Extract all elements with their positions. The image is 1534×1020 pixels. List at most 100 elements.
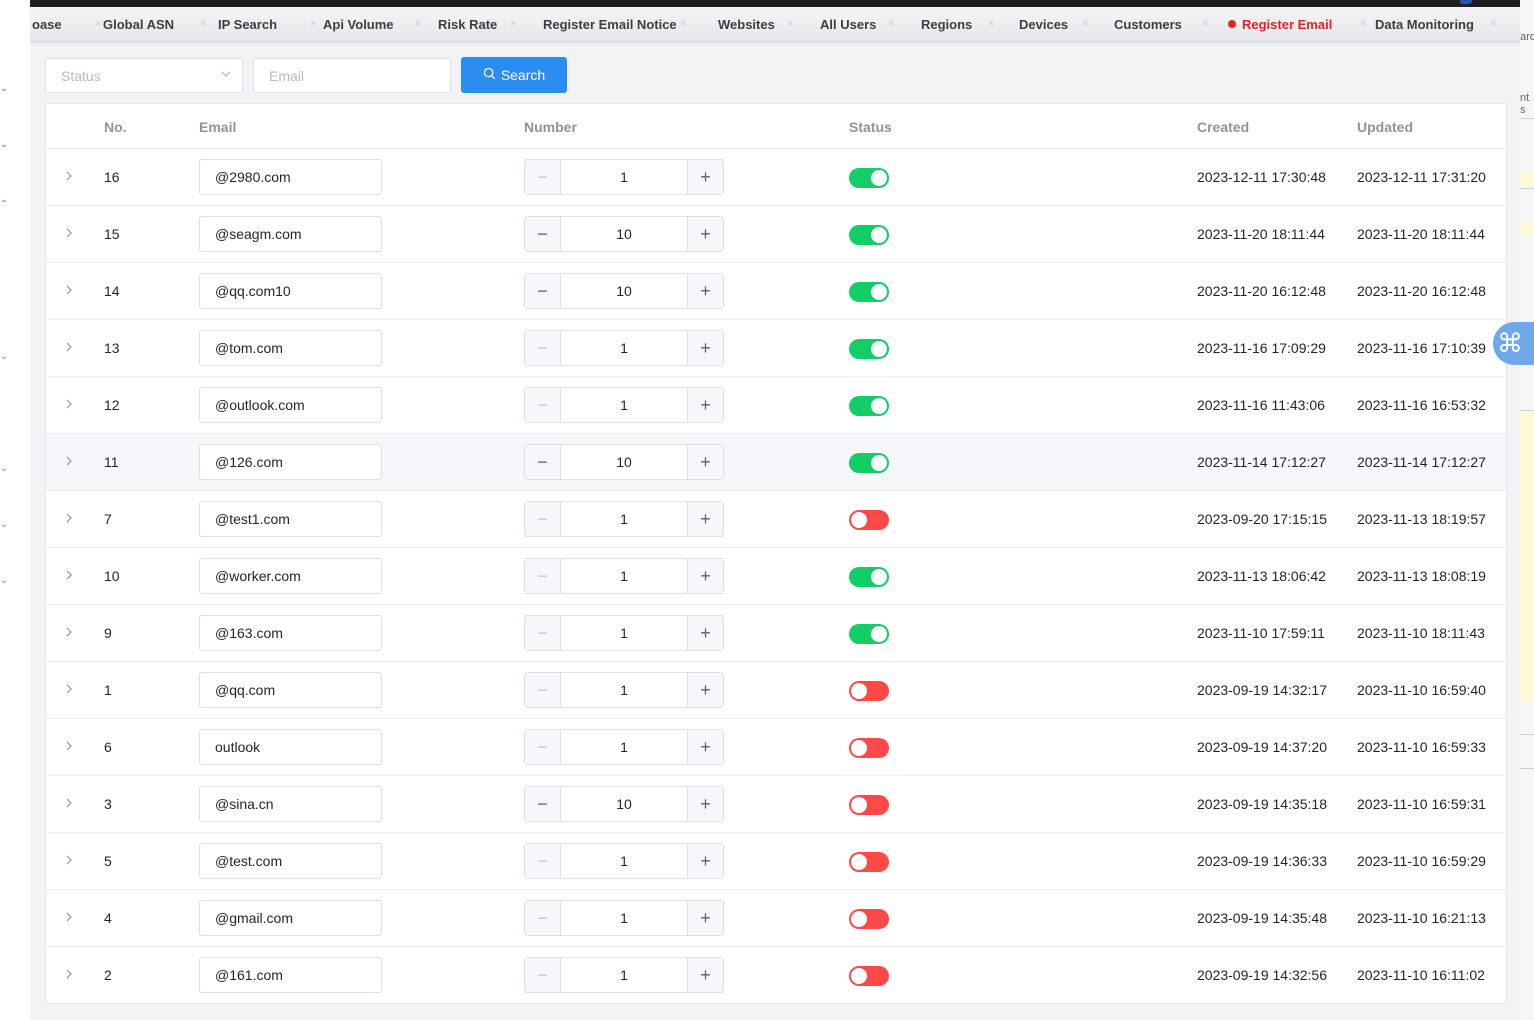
close-icon[interactable]: ×: [1490, 7, 1496, 41]
quantity-value[interactable]: 1: [561, 616, 687, 650]
table-row[interactable]: 13−1+2023-11-16 17:09:292023-11-16 17:10…: [46, 320, 1506, 377]
tab-devices[interactable]: Devices: [1019, 7, 1068, 41]
quantity-value[interactable]: 10: [561, 787, 687, 821]
search-button[interactable]: Search: [461, 57, 567, 93]
increment-button[interactable]: +: [687, 616, 723, 650]
chevron-right-icon[interactable]: [64, 455, 74, 469]
increment-button[interactable]: +: [687, 502, 723, 536]
chevron-up-icon[interactable]: ⌃: [0, 200, 10, 210]
chevron-right-icon[interactable]: [64, 797, 74, 811]
increment-button[interactable]: +: [687, 673, 723, 707]
increment-button[interactable]: +: [687, 331, 723, 365]
tab-register-email[interactable]: Register Email: [1228, 7, 1332, 41]
email-field[interactable]: [199, 786, 382, 822]
table-row[interactable]: 11−10+2023-11-14 17:12:272023-11-14 17:1…: [46, 434, 1506, 491]
email-field[interactable]: [199, 159, 382, 195]
chevron-right-icon[interactable]: [64, 626, 74, 640]
chevron-right-icon[interactable]: [64, 683, 74, 697]
status-toggle[interactable]: [849, 795, 889, 815]
email-field[interactable]: [199, 216, 382, 252]
email-field[interactable]: [199, 387, 382, 423]
chevron-down-icon[interactable]: ⌄: [0, 520, 10, 530]
chevron-down-icon[interactable]: ⌄: [0, 140, 10, 150]
close-icon[interactable]: ×: [95, 7, 101, 41]
quantity-value[interactable]: 1: [561, 331, 687, 365]
tab-data-monitoring[interactable]: Data Monitoring: [1375, 7, 1474, 41]
tab-oase[interactable]: oase: [32, 7, 62, 41]
email-field[interactable]: [199, 558, 382, 594]
decrement-button[interactable]: −: [525, 217, 561, 251]
status-select[interactable]: Status: [45, 58, 243, 93]
table-row[interactable]: 2−1+2023-09-19 14:32:562023-11-10 16:11:…: [46, 947, 1506, 1004]
close-icon[interactable]: ×: [988, 7, 994, 41]
status-toggle[interactable]: [849, 453, 889, 473]
quantity-value[interactable]: 10: [561, 445, 687, 479]
command-icon[interactable]: ⌘: [1493, 322, 1534, 365]
decrement-button[interactable]: −: [525, 616, 561, 650]
decrement-button[interactable]: −: [525, 502, 561, 536]
table-row[interactable]: 10−1+2023-11-13 18:06:422023-11-13 18:08…: [46, 548, 1506, 605]
increment-button[interactable]: +: [687, 388, 723, 422]
email-field[interactable]: [199, 444, 382, 480]
chevron-right-icon[interactable]: [64, 170, 74, 184]
close-icon[interactable]: ×: [200, 7, 206, 41]
quantity-value[interactable]: 1: [561, 730, 687, 764]
email-field[interactable]: [199, 900, 382, 936]
chevron-right-icon[interactable]: [64, 341, 74, 355]
close-icon[interactable]: ×: [310, 7, 316, 41]
status-toggle[interactable]: [849, 681, 889, 701]
status-toggle[interactable]: [849, 282, 889, 302]
close-icon[interactable]: ×: [1082, 7, 1088, 41]
email-field[interactable]: [199, 729, 382, 765]
close-icon[interactable]: ×: [1202, 7, 1208, 41]
table-row[interactable]: 3−10+2023-09-19 14:35:182023-11-10 16:59…: [46, 776, 1506, 833]
email-field[interactable]: [199, 843, 382, 879]
chevron-down-icon[interactable]: ⌄: [0, 352, 10, 362]
chevron-right-icon[interactable]: [64, 911, 74, 925]
email-field[interactable]: [199, 330, 382, 366]
quantity-value[interactable]: 1: [561, 673, 687, 707]
email-search-input[interactable]: [253, 58, 451, 93]
status-toggle[interactable]: [849, 624, 889, 644]
increment-button[interactable]: +: [687, 445, 723, 479]
status-toggle[interactable]: [849, 852, 889, 872]
quantity-value[interactable]: 1: [561, 844, 687, 878]
tab-api-volume[interactable]: Api Volume: [323, 7, 394, 41]
quantity-value[interactable]: 1: [561, 502, 687, 536]
quantity-value[interactable]: 1: [561, 160, 687, 194]
close-icon[interactable]: ×: [1360, 7, 1366, 41]
decrement-button[interactable]: −: [525, 958, 561, 992]
tab-websites[interactable]: Websites: [718, 7, 775, 41]
tab-ip-search[interactable]: IP Search: [218, 7, 277, 41]
decrement-button[interactable]: −: [525, 160, 561, 194]
chevron-right-icon[interactable]: [64, 968, 74, 982]
chevron-down-icon[interactable]: ⌄: [0, 464, 10, 474]
email-field[interactable]: [199, 672, 382, 708]
status-toggle[interactable]: [849, 396, 889, 416]
quantity-value[interactable]: 10: [561, 274, 687, 308]
tab-customers[interactable]: Customers: [1114, 7, 1182, 41]
chevron-right-icon[interactable]: [64, 569, 74, 583]
status-toggle[interactable]: [849, 966, 889, 986]
close-icon[interactable]: ×: [888, 7, 894, 41]
increment-button[interactable]: +: [687, 274, 723, 308]
increment-button[interactable]: +: [687, 787, 723, 821]
chevron-down-icon[interactable]: ⌄: [0, 576, 10, 586]
decrement-button[interactable]: −: [525, 331, 561, 365]
table-row[interactable]: 14−10+2023-11-20 16:12:482023-11-20 16:1…: [46, 263, 1506, 320]
chevron-down-icon[interactable]: ⌄: [0, 84, 10, 94]
email-field[interactable]: [199, 501, 382, 537]
increment-button[interactable]: +: [687, 958, 723, 992]
decrement-button[interactable]: −: [525, 844, 561, 878]
table-row[interactable]: 15−10+2023-11-20 18:11:442023-11-20 18:1…: [46, 206, 1506, 263]
decrement-button[interactable]: −: [525, 673, 561, 707]
increment-button[interactable]: +: [687, 217, 723, 251]
status-toggle[interactable]: [849, 168, 889, 188]
quantity-value[interactable]: 1: [561, 901, 687, 935]
table-row[interactable]: 16−1+2023-12-11 17:30:482023-12-11 17:31…: [46, 149, 1506, 206]
close-icon[interactable]: ×: [680, 7, 686, 41]
increment-button[interactable]: +: [687, 901, 723, 935]
decrement-button[interactable]: −: [525, 559, 561, 593]
close-icon[interactable]: ×: [415, 7, 421, 41]
decrement-button[interactable]: −: [525, 388, 561, 422]
